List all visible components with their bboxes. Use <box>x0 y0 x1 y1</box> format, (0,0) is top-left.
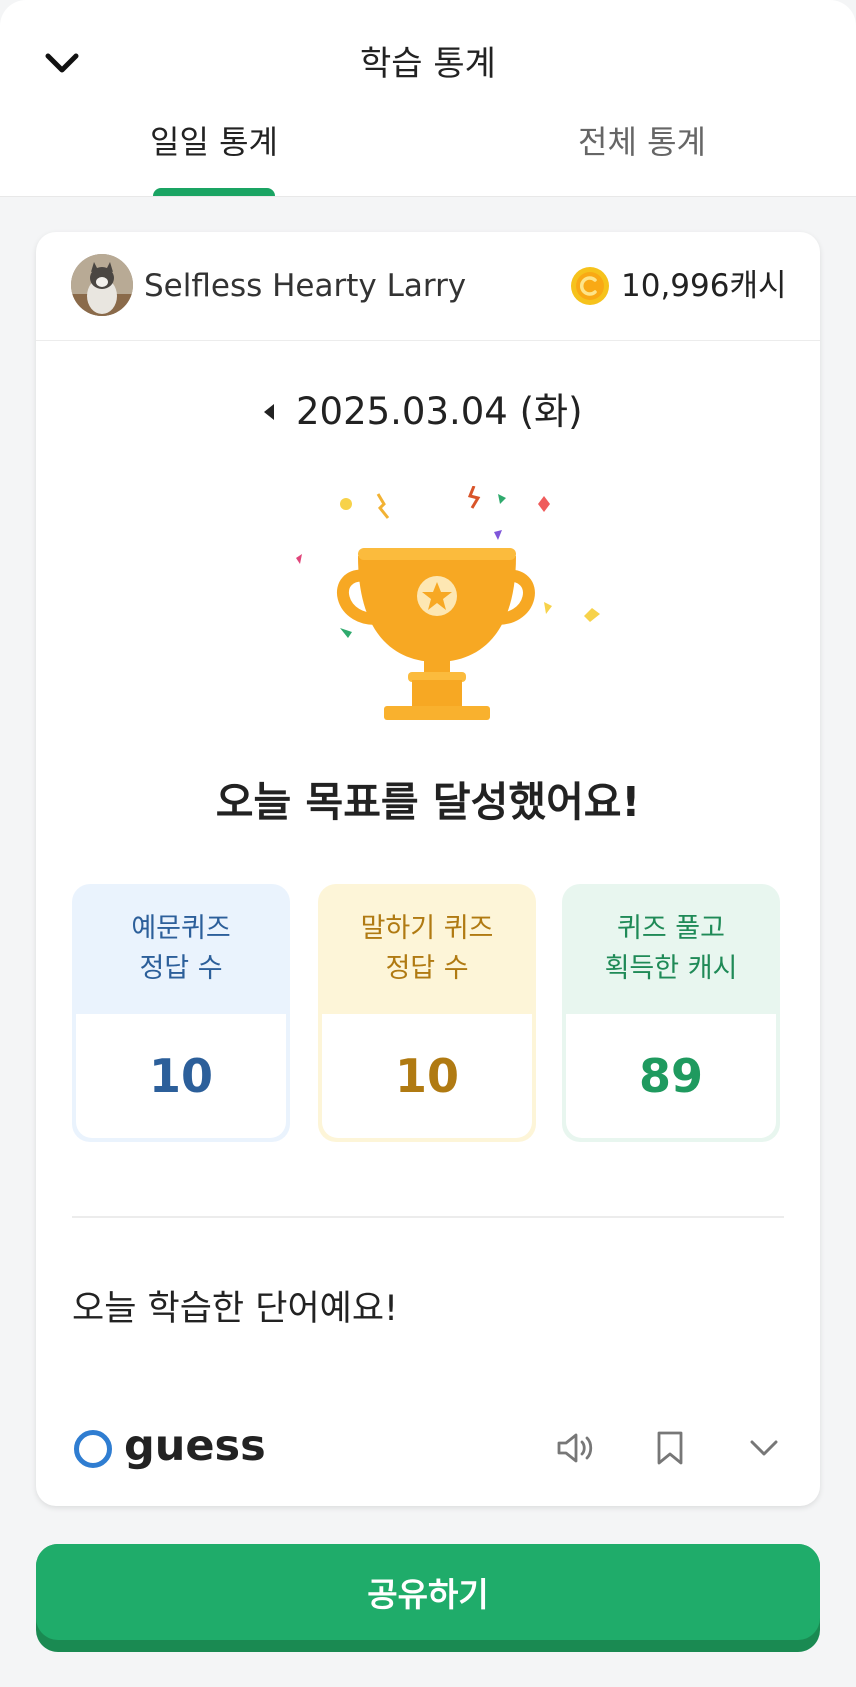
active-tab-indicator <box>153 188 275 196</box>
stat-label: 예문퀴즈 <box>131 913 231 944</box>
chevron-down-icon <box>750 1440 778 1456</box>
list-item[interactable]: guess <box>36 1402 820 1498</box>
page-title: 학습 통계 <box>360 44 496 84</box>
avatar <box>71 254 133 316</box>
learned-words-title: 오늘 학습한 단어예요! <box>72 1289 399 1329</box>
stat-value: 10 <box>322 1014 532 1138</box>
trophy-icon <box>296 486 600 720</box>
correct-circle-icon <box>74 1430 112 1468</box>
stat-speaking-quiz: 말하기 퀴즈 정답 수 10 <box>318 884 536 1142</box>
goal-achieved-message: 오늘 목표를 달성했어요! <box>215 778 641 826</box>
stat-label: 퀴즈 풀고 <box>617 913 725 944</box>
cash-balance: 10,996캐시 <box>621 268 787 304</box>
stats-card: Selfless Hearty Larry 10,996캐시 2025.03.0… <box>36 232 820 1506</box>
bookmark-button[interactable] <box>646 1424 694 1472</box>
play-audio-button[interactable] <box>552 1424 600 1472</box>
stat-example-quiz: 예문퀴즈 정답 수 10 <box>72 884 290 1142</box>
coin-icon <box>571 267 609 305</box>
top-bar: 학습 통계 일일 통계 전체 통계 <box>0 0 856 197</box>
speaker-icon <box>557 1433 593 1463</box>
selected-date: 2025.03.04 (화) <box>296 390 583 433</box>
caret-left-icon <box>264 404 274 420</box>
tab-total-stats[interactable]: 전체 통계 <box>492 118 792 196</box>
expand-button[interactable] <box>740 1424 788 1472</box>
date-selector: 2025.03.04 (화) <box>36 382 820 442</box>
stat-earned-cash: 퀴즈 풀고 획득한 캐시 89 <box>562 884 780 1142</box>
share-button[interactable]: 공유하기 <box>36 1544 820 1652</box>
stat-label: 말하기 퀴즈 <box>360 913 494 944</box>
profile-header: Selfless Hearty Larry 10,996캐시 <box>36 232 820 341</box>
stat-label: 획득한 캐시 <box>604 953 738 984</box>
stat-label: 정답 수 <box>139 953 223 984</box>
bookmark-icon <box>657 1431 683 1465</box>
divider <box>72 1216 784 1218</box>
tab-daily-stats[interactable]: 일일 통계 <box>64 118 364 196</box>
stat-value: 89 <box>566 1014 776 1138</box>
prev-date-button[interactable] <box>254 392 284 432</box>
username: Selfless Hearty Larry <box>144 268 467 304</box>
word-text: guess <box>124 1421 266 1471</box>
stat-value: 10 <box>76 1014 286 1138</box>
share-button-label: 공유하기 <box>36 1544 820 1640</box>
stat-label: 정답 수 <box>385 953 469 984</box>
